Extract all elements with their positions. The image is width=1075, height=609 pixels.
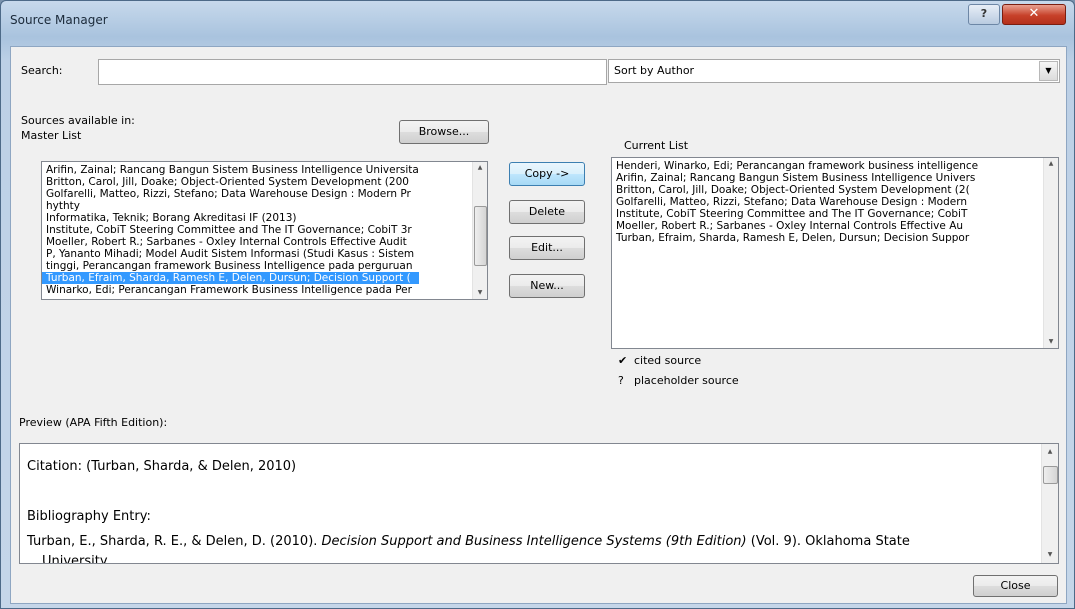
scroll-up-icon[interactable]: ▲ xyxy=(473,162,487,174)
scroll-up-icon[interactable]: ▲ xyxy=(1042,446,1058,458)
current-list-label: Current List xyxy=(624,139,689,152)
scroll-thumb[interactable] xyxy=(1043,466,1058,484)
question-icon: ? xyxy=(618,374,624,387)
check-icon: ✔ xyxy=(618,354,628,367)
close-button[interactable]: Close xyxy=(973,575,1058,597)
window-title: Source Manager xyxy=(10,13,108,27)
current-list-scrollbar[interactable]: ▲ ▼ xyxy=(1043,158,1058,348)
master-list-item[interactable]: Golfarelli, Matteo, Rizzi, Stefano; Data… xyxy=(42,188,419,200)
source-manager-window: Source Manager ? ✕ Search: Sort by Autho… xyxy=(0,0,1075,609)
scroll-up-icon[interactable]: ▲ xyxy=(1044,158,1058,170)
scroll-down-icon[interactable]: ▼ xyxy=(1044,336,1058,348)
bib-entry-prefix: Turban, E., Sharda, R. E., & Delen, D. (… xyxy=(27,534,322,549)
scroll-down-icon[interactable]: ▼ xyxy=(473,287,487,299)
copy-button[interactable]: Copy -> xyxy=(509,162,585,186)
preview-citation: Citation: (Turban, Sharda, & Delen, 2010… xyxy=(27,459,297,474)
master-list-item[interactable]: P, Yananto Mihadi; Model Audit Sistem In… xyxy=(42,248,419,260)
preview-bib-entry-cont: University. xyxy=(42,554,110,564)
master-list-item[interactable]: Winarko, Edi; Perancangan Framework Busi… xyxy=(42,284,419,296)
scroll-thumb[interactable] xyxy=(474,206,487,266)
title-bar[interactable]: Source Manager ? ✕ xyxy=(1,1,1074,39)
master-list-item[interactable]: Moeller, Robert R.; Sarbanes - Oxley Int… xyxy=(42,236,419,248)
current-list-item[interactable]: Turban, Efraim, Sharda, Ramesh E, Delen,… xyxy=(612,232,978,244)
preview-bib-heading: Bibliography Entry: xyxy=(27,509,151,524)
current-list-item[interactable]: Britton, Carol, Jill, Doake; Object-Orie… xyxy=(612,184,978,196)
search-label: Search: xyxy=(21,64,63,77)
legend-placeholder-label: placeholder source xyxy=(634,374,739,387)
current-list-item[interactable]: Institute, CobiT Steering Committee and … xyxy=(612,208,978,220)
dialog-body: Search: Sort by Author ▼ Sources availab… xyxy=(10,46,1067,604)
help-button[interactable]: ? xyxy=(968,4,1000,25)
master-list-label: Master List xyxy=(21,129,82,142)
browse-button[interactable]: Browse... xyxy=(399,120,489,144)
preview-label: Preview (APA Fifth Edition): xyxy=(19,416,168,429)
sort-value: Sort by Author xyxy=(614,64,695,77)
master-list[interactable]: Arifin, Zainal; Rancang Bangun Sistem Bu… xyxy=(41,161,488,300)
master-list-item[interactable]: Informatika, Teknik; Borang Akreditasi I… xyxy=(42,212,419,224)
search-label-text: Search: xyxy=(21,64,63,77)
current-list[interactable]: Henderi, Winarko, Edi; Perancangan frame… xyxy=(611,157,1059,349)
window-close-button[interactable]: ✕ xyxy=(1002,4,1066,25)
master-list-item[interactable]: Turban, Efraim, Sharda, Ramesh E, Delen,… xyxy=(42,272,419,284)
master-list-scrollbar[interactable]: ▲ ▼ xyxy=(472,162,487,299)
sort-dropdown[interactable]: Sort by Author ▼ xyxy=(608,59,1060,83)
search-input[interactable] xyxy=(98,59,607,85)
master-list-item[interactable]: Britton, Carol, Jill, Doake; Object-Orie… xyxy=(42,176,419,188)
master-list-item[interactable]: tinggi, Perancangan framework Business I… xyxy=(42,260,419,272)
master-list-item[interactable]: Arifin, Zainal; Rancang Bangun Sistem Bu… xyxy=(42,164,419,176)
bib-entry-suffix: (Vol. 9). Oklahoma State xyxy=(746,534,910,549)
delete-button[interactable]: Delete xyxy=(509,200,585,224)
preview-box[interactable]: Citation: (Turban, Sharda, & Delen, 2010… xyxy=(19,443,1059,564)
current-list-item[interactable]: Arifin, Zainal; Rancang Bangun Sistem Bu… xyxy=(612,172,978,184)
bib-entry-title: Decision Support and Business Intelligen… xyxy=(321,534,747,549)
legend-placeholder: ? placeholder source xyxy=(618,374,739,387)
current-list-item[interactable]: Moeller, Robert R.; Sarbanes - Oxley Int… xyxy=(612,220,978,232)
legend-cited: ✔ cited source xyxy=(618,354,701,367)
legend-cited-label: cited source xyxy=(634,354,702,367)
current-list-item[interactable]: Henderi, Winarko, Edi; Perancangan frame… xyxy=(612,160,978,172)
current-list-item[interactable]: Golfarelli, Matteo, Rizzi, Stefano; Data… xyxy=(612,196,978,208)
master-list-items: Arifin, Zainal; Rancang Bangun Sistem Bu… xyxy=(42,164,419,296)
new-button[interactable]: New... xyxy=(509,274,585,298)
current-list-items: Henderi, Winarko, Edi; Perancangan frame… xyxy=(612,160,978,244)
preview-bib-entry: Turban, E., Sharda, R. E., & Delen, D. (… xyxy=(27,534,910,549)
scroll-down-icon[interactable]: ▼ xyxy=(1042,549,1058,561)
master-list-item[interactable]: hythty xyxy=(42,200,419,212)
chevron-down-icon[interactable]: ▼ xyxy=(1039,61,1058,81)
master-list-item[interactable]: Institute, CobiT Steering Committee and … xyxy=(42,224,419,236)
edit-button[interactable]: Edit... xyxy=(509,236,585,260)
sources-available-label: Sources available in: xyxy=(21,114,135,127)
preview-scrollbar[interactable]: ▲ ▼ xyxy=(1041,444,1058,563)
